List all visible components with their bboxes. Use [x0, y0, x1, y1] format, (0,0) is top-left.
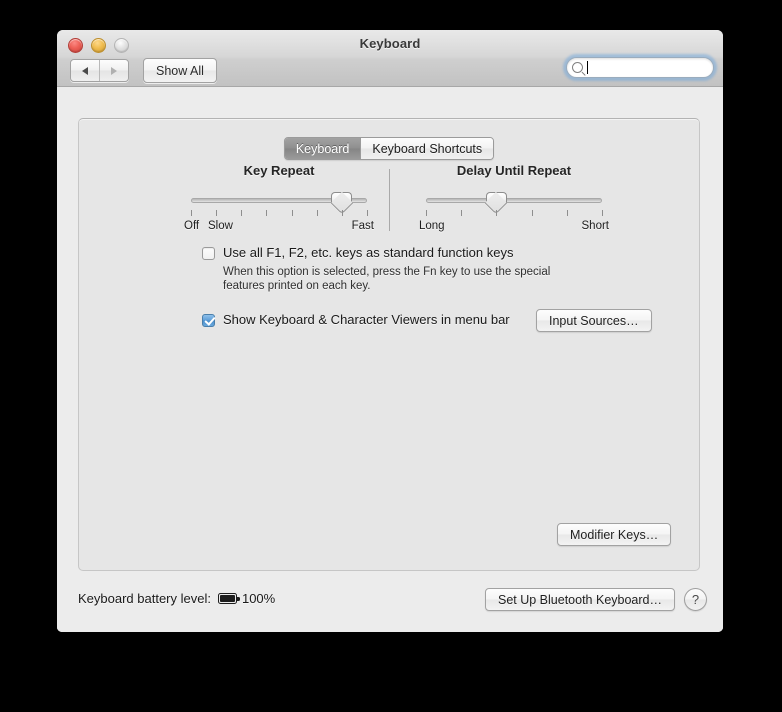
slider-tick: [426, 210, 427, 216]
battery-full-icon: [217, 593, 240, 604]
fn-keys-row[interactable]: Use all F1, F2, etc. keys as standard fu…: [202, 245, 513, 261]
delay-title: Delay Until Repeat: [456, 163, 572, 178]
window-title: Keyboard: [359, 36, 421, 51]
search-field-inner[interactable]: [566, 57, 714, 78]
slider-divider: [389, 169, 390, 231]
delay-ticks: [419, 210, 609, 219]
key-repeat-label-fast: Fast: [351, 220, 374, 232]
battery-status: Keyboard battery level: 100%: [78, 591, 275, 606]
delay-label-long: Long: [419, 220, 445, 232]
key-repeat-labels: Off Slow Fast: [184, 220, 374, 234]
key-repeat-thumb[interactable]: [330, 191, 354, 214]
back-arrow-icon: [82, 66, 88, 75]
delay-labels: Long Short: [419, 220, 609, 234]
window-titlebar: Keyboard Show All: [57, 30, 723, 87]
help-button[interactable]: ?: [684, 588, 707, 611]
key-repeat-title: Key Repeat: [243, 163, 315, 178]
tab-keyboard-shortcuts[interactable]: Keyboard Shortcuts: [360, 138, 494, 159]
delay-until-repeat-group: Delay Until Repeat Long Short: [419, 163, 609, 234]
delay-slider[interactable]: [419, 191, 609, 214]
viewers-row[interactable]: Show Keyboard & Character Viewers in men…: [202, 312, 510, 328]
forward-arrow-icon: [111, 66, 117, 75]
window-body: Keyboard Keyboard Shortcuts Key Repeat O…: [57, 87, 723, 632]
fn-keys-help-text: When this option is selected, press the …: [223, 266, 551, 292]
slider-tick: [266, 210, 268, 216]
back-button[interactable]: [71, 60, 99, 81]
fn-keys-checkbox[interactable]: [202, 247, 215, 260]
delay-thumb[interactable]: [485, 191, 508, 214]
keyboard-preferences-window: Keyboard Show All Keyboard Keyboard Shor…: [57, 30, 723, 632]
key-repeat-group: Key Repeat Off Slow Fast: [184, 163, 374, 234]
slider-tick: [341, 210, 343, 216]
key-repeat-label-off: Off: [184, 220, 200, 232]
preferences-panel: Keyboard Keyboard Shortcuts Key Repeat O…: [78, 118, 700, 571]
fn-keys-label: Use all F1, F2, etc. keys as standard fu…: [223, 245, 514, 260]
slider-tick: [531, 210, 533, 216]
slider-tick: [461, 210, 463, 216]
setup-bluetooth-keyboard-button[interactable]: Set Up Bluetooth Keyboard…: [485, 588, 675, 611]
search-icon: [572, 62, 583, 73]
delay-label-short: Short: [581, 220, 610, 232]
battery-value: 100%: [241, 591, 276, 606]
slider-tick: [241, 210, 243, 216]
navigation-buttons: [70, 59, 129, 82]
search-input[interactable]: [588, 60, 706, 75]
slider-tick: [602, 210, 603, 216]
slider-tick: [566, 210, 568, 216]
slider-tick: [496, 210, 498, 216]
window-footer: Keyboard battery level: 100% Set Up Blue…: [57, 574, 723, 632]
viewers-checkbox[interactable]: [202, 313, 215, 327]
input-sources-button[interactable]: Input Sources…: [536, 309, 652, 332]
search-field[interactable]: [563, 54, 717, 81]
slider-tick: [367, 210, 368, 216]
viewers-label: Show Keyboard & Character Viewers in men…: [223, 312, 510, 327]
key-repeat-ticks: [184, 210, 374, 219]
battery-label: Keyboard battery level:: [78, 591, 211, 606]
slider-tick: [216, 210, 218, 216]
slider-tick: [316, 210, 318, 216]
modifier-keys-button[interactable]: Modifier Keys…: [557, 523, 672, 546]
tab-keyboard[interactable]: Keyboard: [284, 138, 361, 159]
forward-button[interactable]: [99, 60, 128, 81]
show-all-button[interactable]: Show All: [143, 58, 217, 83]
slider-tick: [191, 210, 192, 216]
tab-strip: Keyboard Keyboard Shortcuts: [283, 137, 495, 160]
tab-bar: Keyboard Keyboard Shortcuts: [79, 137, 699, 160]
key-repeat-slider[interactable]: [184, 191, 374, 214]
delay-track[interactable]: [426, 198, 602, 203]
key-repeat-label-slow: Slow: [208, 220, 233, 232]
slider-tick: [291, 210, 293, 216]
